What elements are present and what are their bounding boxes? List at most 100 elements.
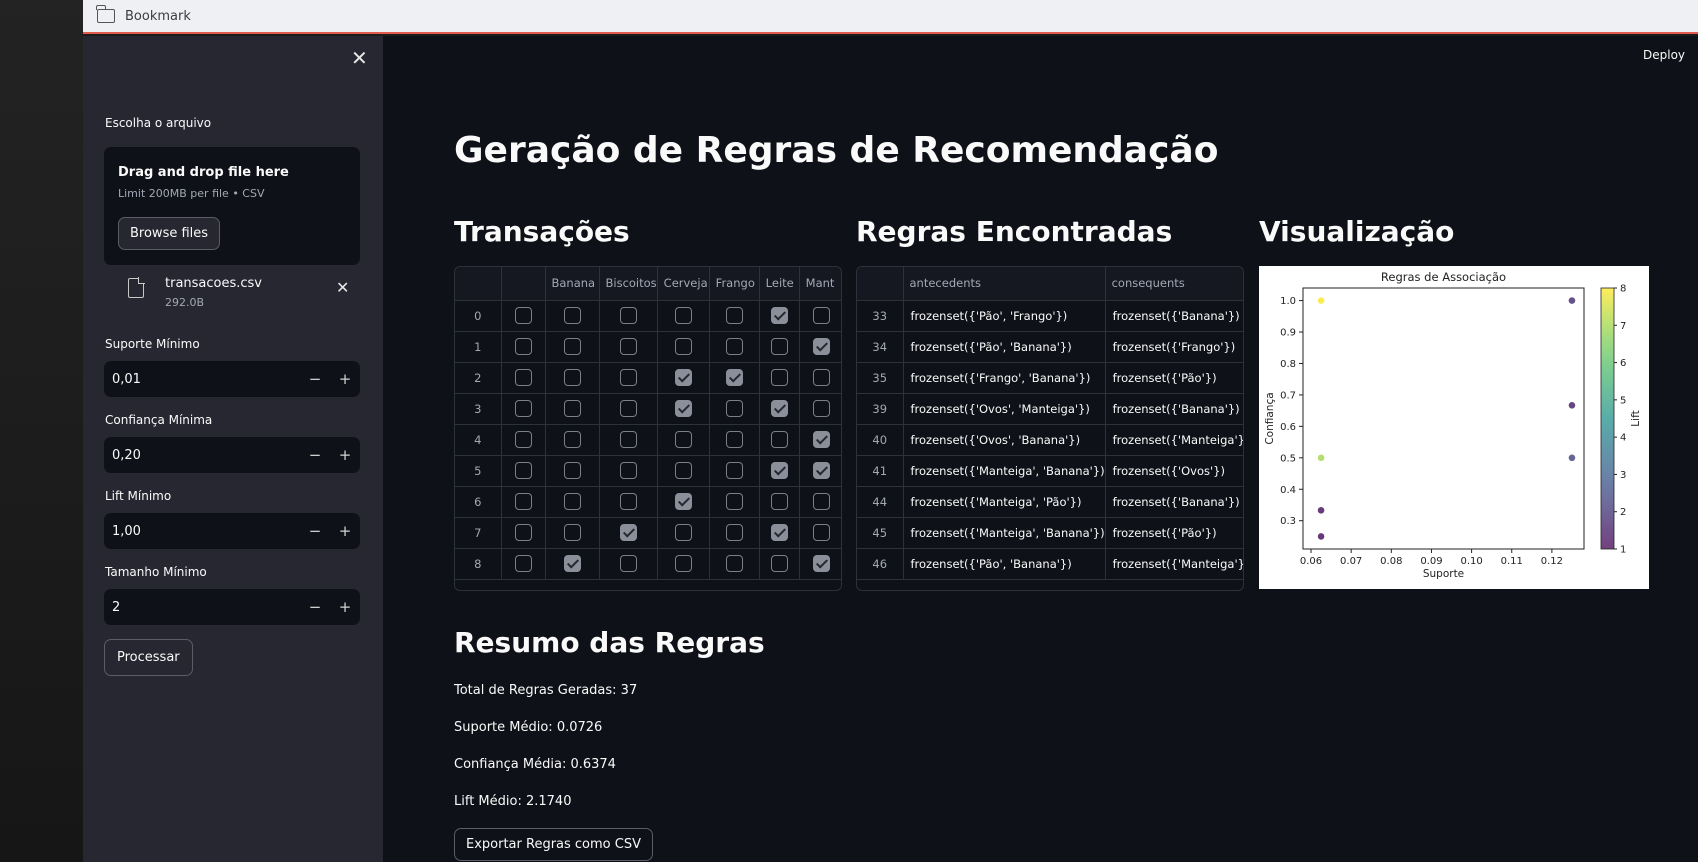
- size-value[interactable]: 2: [104, 600, 300, 615]
- table-cell[interactable]: [545, 486, 600, 518]
- table-cell[interactable]: [709, 517, 760, 549]
- unchecked-checkbox[interactable]: [674, 431, 692, 448]
- unchecked-checkbox[interactable]: [619, 555, 637, 572]
- unchecked-checkbox[interactable]: [514, 369, 532, 386]
- table-cell[interactable]: frozenset({'Pão', 'Frango'}): [903, 300, 1106, 332]
- unchecked-checkbox[interactable]: [770, 431, 788, 448]
- unchecked-checkbox[interactable]: [514, 524, 532, 541]
- table-cell[interactable]: [709, 486, 760, 518]
- table-cell[interactable]: [799, 548, 841, 580]
- table-cell[interactable]: [545, 362, 600, 394]
- unchecked-checkbox[interactable]: [514, 462, 532, 479]
- unchecked-checkbox[interactable]: [725, 493, 743, 510]
- checked-checkbox[interactable]: [813, 338, 831, 355]
- table-cell[interactable]: frozenset({'Manteiga', 'Pão'}): [903, 486, 1106, 518]
- table-cell[interactable]: [657, 517, 710, 549]
- unchecked-checkbox[interactable]: [725, 555, 743, 572]
- row-index[interactable]: 41: [857, 455, 904, 487]
- table-cell[interactable]: [599, 362, 658, 394]
- table-cell[interactable]: [759, 548, 800, 580]
- table-cell[interactable]: [709, 300, 760, 332]
- size-decrement-button[interactable]: −: [300, 598, 330, 616]
- table-cell[interactable]: [545, 393, 600, 425]
- table-cell[interactable]: [599, 300, 658, 332]
- table-cell[interactable]: frozenset({'Ovos'}): [1105, 455, 1243, 487]
- rules-column-header[interactable]: antecedents: [903, 267, 1106, 301]
- unchecked-checkbox[interactable]: [725, 307, 743, 324]
- unchecked-checkbox[interactable]: [813, 524, 831, 541]
- transactions-column-header[interactable]: Mant: [799, 267, 841, 301]
- confidence-decrement-button[interactable]: −: [300, 446, 330, 464]
- table-cell[interactable]: [599, 486, 658, 518]
- table-cell[interactable]: [545, 548, 600, 580]
- table-cell[interactable]: [799, 455, 841, 487]
- process-button[interactable]: Processar: [104, 639, 193, 676]
- export-csv-button[interactable]: Exportar Regras como CSV: [454, 828, 653, 861]
- table-cell[interactable]: [599, 331, 658, 363]
- support-decrement-button[interactable]: −: [300, 370, 330, 388]
- table-cell[interactable]: [759, 486, 800, 518]
- unchecked-checkbox[interactable]: [770, 338, 788, 355]
- table-cell[interactable]: [799, 393, 841, 425]
- remove-file-icon[interactable]: ✕: [336, 278, 349, 297]
- unchecked-checkbox[interactable]: [619, 431, 637, 448]
- unchecked-checkbox[interactable]: [725, 400, 743, 417]
- unchecked-checkbox[interactable]: [514, 493, 532, 510]
- transactions-table[interactable]: Banana Biscoitos Cerveja Frango Leite Mant 01…: [454, 266, 842, 591]
- unchecked-checkbox[interactable]: [674, 338, 692, 355]
- browse-files-button[interactable]: Browse files: [118, 217, 221, 250]
- unchecked-checkbox[interactable]: [514, 431, 532, 448]
- table-cell[interactable]: [501, 486, 546, 518]
- checked-checkbox[interactable]: [619, 524, 637, 541]
- unchecked-checkbox[interactable]: [514, 555, 532, 572]
- table-cell[interactable]: [657, 548, 710, 580]
- table-cell[interactable]: [759, 517, 800, 549]
- unchecked-checkbox[interactable]: [619, 462, 637, 479]
- table-cell[interactable]: [799, 331, 841, 363]
- unchecked-checkbox[interactable]: [619, 369, 637, 386]
- unchecked-checkbox[interactable]: [563, 524, 581, 541]
- table-cell[interactable]: frozenset({'Pão'}): [1105, 362, 1243, 394]
- table-cell[interactable]: frozenset({'Banana'}): [1105, 393, 1243, 425]
- unchecked-checkbox[interactable]: [619, 338, 637, 355]
- table-cell[interactable]: [657, 300, 710, 332]
- table-cell[interactable]: [501, 300, 546, 332]
- unchecked-checkbox[interactable]: [770, 493, 788, 510]
- rules-column-header[interactable]: consequents: [1105, 267, 1243, 301]
- transactions-column-header[interactable]: Leite: [759, 267, 800, 301]
- table-cell[interactable]: frozenset({'Frango', 'Banana'}): [903, 362, 1106, 394]
- table-cell[interactable]: frozenset({'Pão', 'Banana'}): [903, 331, 1106, 363]
- table-cell[interactable]: [599, 393, 658, 425]
- table-cell[interactable]: [657, 331, 710, 363]
- table-cell[interactable]: [545, 331, 600, 363]
- checked-checkbox[interactable]: [770, 462, 788, 479]
- table-cell[interactable]: [657, 486, 710, 518]
- table-cell[interactable]: [657, 393, 710, 425]
- row-index[interactable]: 39: [857, 393, 904, 425]
- table-cell[interactable]: [501, 424, 546, 456]
- confidence-input[interactable]: 0,20 − +: [104, 437, 360, 473]
- unchecked-checkbox[interactable]: [674, 555, 692, 572]
- table-cell[interactable]: [501, 517, 546, 549]
- table-cell[interactable]: [799, 486, 841, 518]
- table-cell[interactable]: [759, 362, 800, 394]
- table-cell[interactable]: frozenset({'Pão'}): [1105, 517, 1243, 549]
- table-cell[interactable]: [599, 455, 658, 487]
- table-cell[interactable]: [709, 393, 760, 425]
- unchecked-checkbox[interactable]: [813, 307, 831, 324]
- lift-increment-button[interactable]: +: [330, 522, 360, 540]
- unchecked-checkbox[interactable]: [619, 307, 637, 324]
- row-index[interactable]: 35: [857, 362, 904, 394]
- table-cell[interactable]: [501, 455, 546, 487]
- checked-checkbox[interactable]: [725, 369, 743, 386]
- table-cell[interactable]: [709, 362, 760, 394]
- table-cell[interactable]: [599, 424, 658, 456]
- row-index[interactable]: 40: [857, 424, 904, 456]
- checked-checkbox[interactable]: [674, 369, 692, 386]
- deploy-button[interactable]: Deploy: [1643, 48, 1685, 62]
- table-cell[interactable]: [799, 300, 841, 332]
- support-increment-button[interactable]: +: [330, 370, 360, 388]
- transactions-column-header[interactable]: Frango: [709, 267, 760, 301]
- unchecked-checkbox[interactable]: [563, 307, 581, 324]
- unchecked-checkbox[interactable]: [725, 431, 743, 448]
